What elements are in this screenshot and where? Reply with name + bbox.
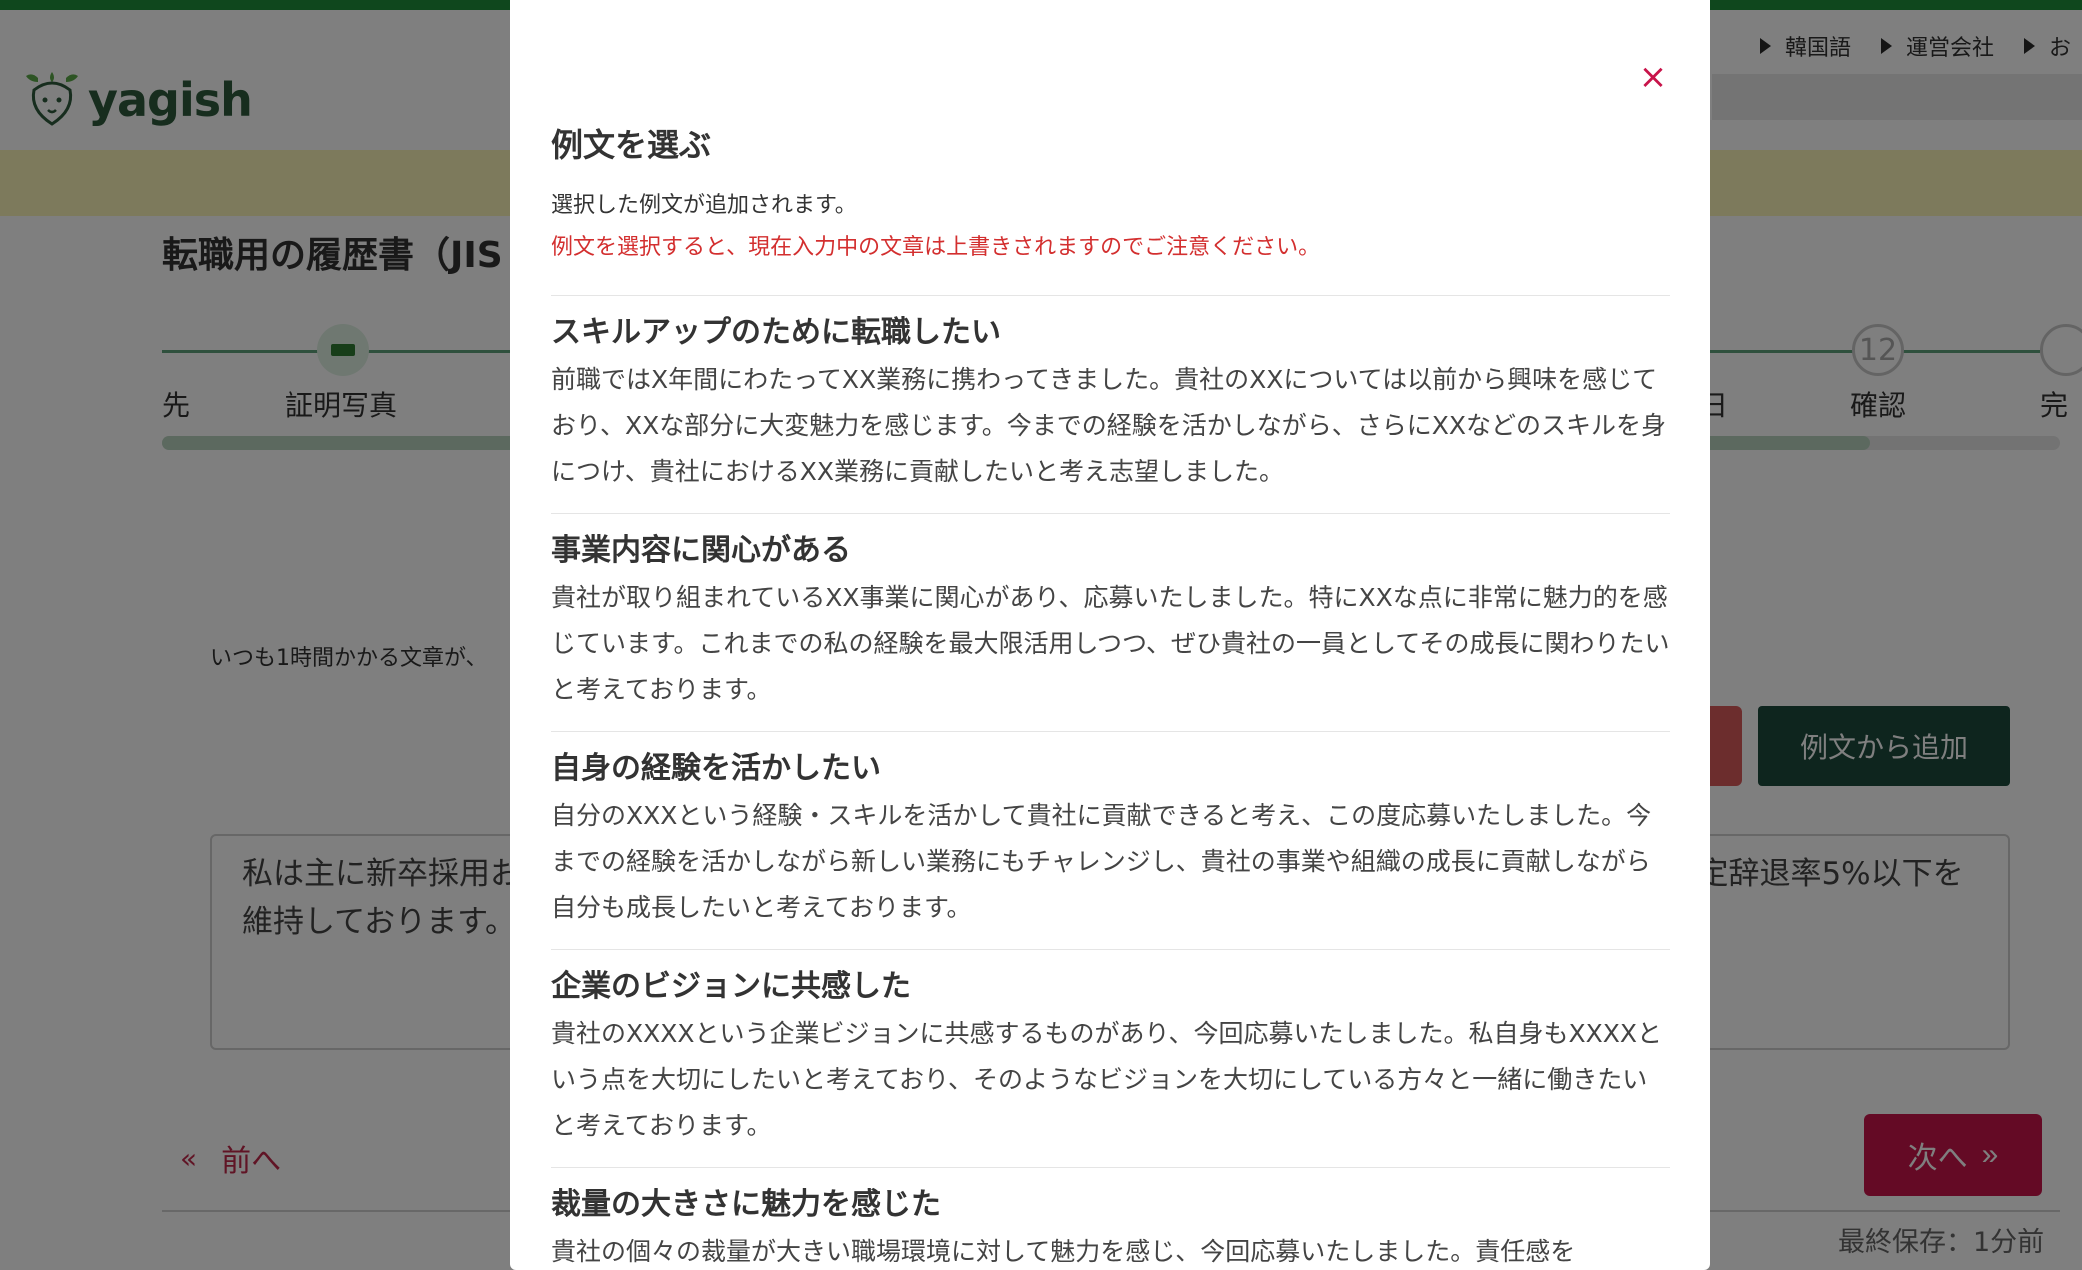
modal-description: 選択した例文が追加されます。 — [551, 193, 857, 218]
example-item-discretion[interactable]: 裁量の大きさに魅力を感じた 貴社の個々の裁量が大きい職場環境に対して魅力を感じ、… — [551, 1185, 1670, 1270]
example-body: 貴社のXXXXという企業ビジョンに共感するものがあり、今回応募いたしました。私自… — [551, 1019, 1663, 1140]
example-modal: × 例文を選ぶ 選択した例文が追加されます。 例文を選択すると、現在入力中の文章… — [510, 0, 1710, 1270]
example-body: 前職ではX年間にわたってXX業務に携わってきました。貴社のXXについては以前から… — [551, 365, 1667, 486]
example-title: 企業のビジョンに共感した — [551, 969, 911, 1004]
modal-warning: 例文を選択すると、現在入力中の文章は上書きされますのでご注意ください。 — [551, 235, 1321, 260]
example-title: 裁量の大きさに魅力を感じた — [551, 1187, 941, 1222]
example-title: 事業内容に関心がある — [551, 533, 851, 568]
example-item-vision[interactable]: 企業のビジョンに共感した 貴社のXXXXという企業ビジョンに共感するものがあり、… — [551, 967, 1670, 1149]
example-item-skillup[interactable]: スキルアップのために転職したい 前職ではX年間にわたってXX業務に携わってきまし… — [551, 313, 1670, 495]
close-icon[interactable]: × — [1638, 60, 1668, 94]
example-body: 自分のXXXという経験・スキルを活かして貴社に貢献できると考え、この度応募いたし… — [551, 801, 1652, 922]
divider — [551, 295, 1670, 296]
example-title: 自身の経験を活かしたい — [551, 751, 881, 786]
modal-title: 例文を選ぶ — [551, 126, 712, 164]
example-item-experience[interactable]: 自身の経験を活かしたい 自分のXXXという経験・スキルを活かして貴社に貢献できる… — [551, 749, 1670, 931]
example-item-business[interactable]: 事業内容に関心がある 貴社が取り組まれているXX事業に関心があり、応募いたしまし… — [551, 531, 1670, 713]
divider — [551, 513, 1670, 514]
example-body: 貴社の個々の裁量が大きい職場環境に対して魅力を感じ、今回応募いたしました。責任感… — [551, 1237, 1576, 1266]
example-title: スキルアップのために転職したい — [551, 315, 1001, 350]
example-body: 貴社が取り組まれているXX事業に関心があり、応募いたしました。特にXXな点に非常… — [551, 583, 1670, 704]
divider — [551, 731, 1670, 732]
divider — [551, 949, 1670, 950]
divider — [551, 1167, 1670, 1168]
